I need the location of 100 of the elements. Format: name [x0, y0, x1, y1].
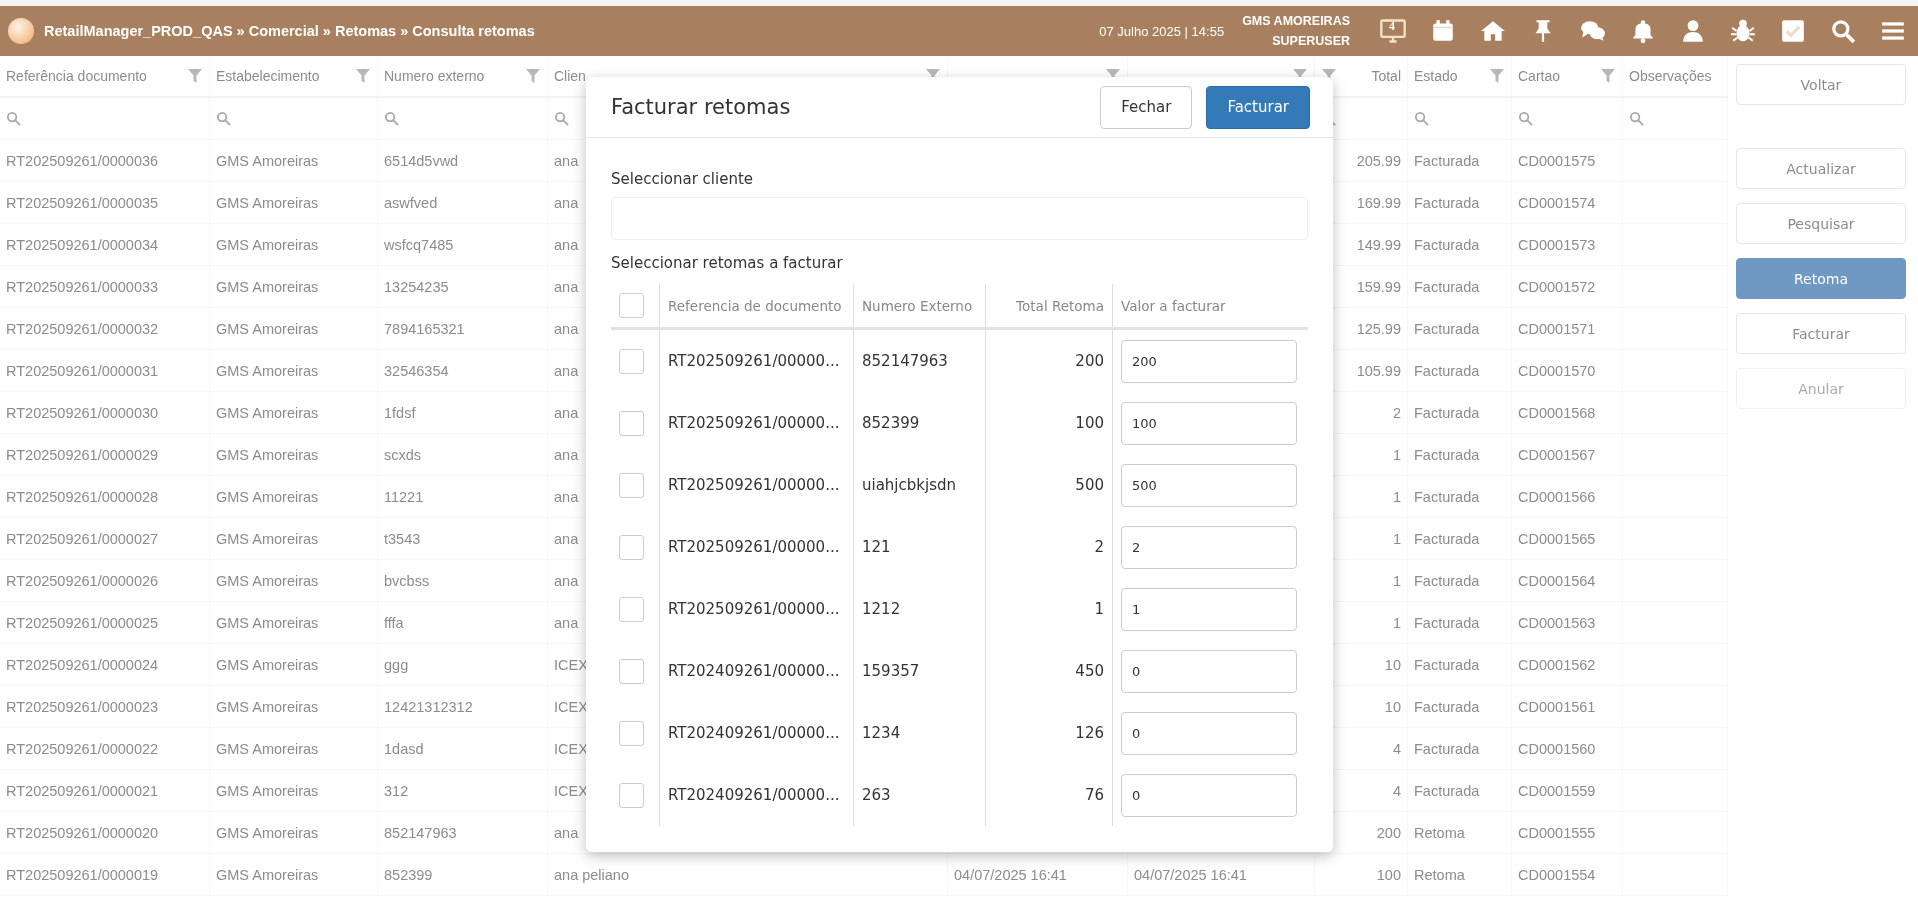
- table-cell: GMS Amoreiras: [216, 446, 319, 463]
- table-cell: ICEX: [554, 698, 588, 715]
- table-cell: ana: [554, 236, 579, 253]
- action-button[interactable]: Actualizar: [1736, 148, 1906, 189]
- table-cell: ana: [554, 572, 579, 589]
- table-cell: CD0001563: [1518, 614, 1596, 631]
- table-cell: CD0001568: [1518, 404, 1596, 421]
- calendar-icon[interactable]: [1430, 18, 1456, 44]
- table-cell: 263: [862, 786, 891, 804]
- column-header: Referencia de documento: [668, 297, 842, 314]
- table-cell: ana: [554, 530, 579, 547]
- table-cell: Facturada: [1414, 698, 1480, 715]
- table-cell: RT202509261/0000031: [6, 362, 159, 379]
- table-cell: 1212: [862, 600, 901, 618]
- table-cell: 1: [1392, 446, 1401, 463]
- checkbox[interactable]: [619, 720, 644, 746]
- table-cell: 12421312312: [384, 698, 473, 715]
- amount-input[interactable]: 0: [1121, 773, 1297, 817]
- table-cell: 205.99: [1356, 152, 1401, 169]
- filter-icon[interactable]: [1600, 68, 1616, 84]
- checkbox[interactable]: [619, 782, 644, 808]
- table-cell: ana peliano: [554, 866, 629, 883]
- table-cell: 1: [1392, 614, 1401, 631]
- search-icon[interactable]: [384, 111, 399, 126]
- amount-input[interactable]: 1: [1121, 587, 1297, 631]
- search-icon[interactable]: [554, 111, 569, 126]
- search-icon[interactable]: [1414, 111, 1429, 126]
- table-cell: RT202509261/0000033: [6, 278, 159, 295]
- table-cell: 10: [1384, 656, 1401, 673]
- amount-input[interactable]: 0: [1121, 649, 1297, 693]
- search-icon[interactable]: [1830, 18, 1856, 44]
- table-cell: t3543: [384, 530, 421, 547]
- close-button[interactable]: Fechar: [1100, 85, 1193, 129]
- table-cell: 159357: [862, 662, 920, 680]
- table-cell: 200: [1075, 352, 1104, 370]
- checkbox[interactable]: [619, 658, 644, 684]
- table-cell: RT202409261/00000...: [668, 662, 840, 680]
- amount-input[interactable]: 2: [1121, 525, 1297, 569]
- table-cell: ICEX: [554, 740, 588, 757]
- search-icon[interactable]: [1629, 111, 1644, 126]
- filter-icon[interactable]: [355, 68, 371, 84]
- table-cell: CD0001564: [1518, 572, 1596, 589]
- column-header: Total Retoma: [1016, 297, 1104, 314]
- table-cell: 852399: [384, 866, 433, 883]
- table-cell: GMS Amoreiras: [216, 572, 319, 589]
- amount-input[interactable]: 200: [1121, 339, 1297, 383]
- search-icon[interactable]: [216, 111, 231, 126]
- table-cell: Facturada: [1414, 614, 1480, 631]
- table-cell: RT202509261/00000...: [668, 538, 840, 556]
- checkbox-icon[interactable]: [1780, 18, 1806, 44]
- chat-icon[interactable]: [1580, 18, 1606, 44]
- checkbox[interactable]: [619, 534, 644, 560]
- table-cell: 450: [1075, 662, 1104, 680]
- submit-button[interactable]: Facturar: [1206, 85, 1310, 129]
- table-cell: RT202509261/0000020: [6, 824, 159, 841]
- table-cell: 312: [384, 782, 409, 799]
- table-cell: 169.99: [1356, 194, 1401, 211]
- table-cell: RT202509261/0000027: [6, 530, 159, 547]
- filter-icon[interactable]: [1489, 68, 1505, 84]
- amount-input[interactable]: 100: [1121, 401, 1297, 445]
- filter-icon[interactable]: [187, 68, 203, 84]
- table-cell: wsfcq7485: [384, 236, 454, 253]
- table-cell: ana: [554, 194, 579, 211]
- table-cell: 1: [1392, 488, 1401, 505]
- search-icon[interactable]: [1518, 111, 1533, 126]
- bug-icon[interactable]: [1730, 18, 1756, 44]
- table-cell: 100: [1075, 414, 1104, 432]
- filter-icon[interactable]: [525, 68, 541, 84]
- table-cell: GMS Amoreiras: [216, 320, 319, 337]
- checkbox[interactable]: [619, 472, 644, 498]
- table-cell: GMS Amoreiras: [216, 698, 319, 715]
- table-cell: 100: [1376, 866, 1401, 883]
- amount-input[interactable]: 0: [1121, 711, 1297, 755]
- table-cell: RT202509261/0000023: [6, 698, 159, 715]
- table-cell: RT202509261/0000029: [6, 446, 159, 463]
- table-cell: ICEX: [554, 782, 588, 799]
- table-cell: 04/07/2025 16:41: [1134, 866, 1247, 883]
- amount-input[interactable]: 500: [1121, 463, 1297, 507]
- checkbox[interactable]: [619, 596, 644, 622]
- checkbox[interactable]: [619, 348, 644, 374]
- table-cell: ggg: [384, 656, 409, 673]
- column-header: Total: [1371, 68, 1401, 84]
- bell-icon[interactable]: [1630, 18, 1656, 44]
- user-icon[interactable]: [1680, 18, 1706, 44]
- column-header: Clien: [554, 68, 586, 84]
- table-cell: GMS Amoreiras: [216, 194, 319, 211]
- table-cell: 13254235: [384, 278, 449, 295]
- checkbox[interactable]: [619, 293, 644, 318]
- checkbox[interactable]: [619, 410, 644, 436]
- search-icon[interactable]: [6, 111, 21, 126]
- table-cell: GMS Amoreiras: [216, 362, 319, 379]
- table-cell: 500: [1075, 476, 1104, 494]
- table-cell: CD0001555: [1518, 824, 1596, 841]
- table-cell: 04/07/2025 16:41: [954, 866, 1067, 883]
- table-cell: 11221: [384, 488, 424, 505]
- table-cell: 4: [1392, 740, 1401, 757]
- monitor-icon[interactable]: [1379, 17, 1407, 45]
- column-header: Observações: [1629, 68, 1712, 84]
- table-cell: RT202509261/00000...: [668, 414, 840, 432]
- table-cell: 4: [1392, 782, 1401, 799]
